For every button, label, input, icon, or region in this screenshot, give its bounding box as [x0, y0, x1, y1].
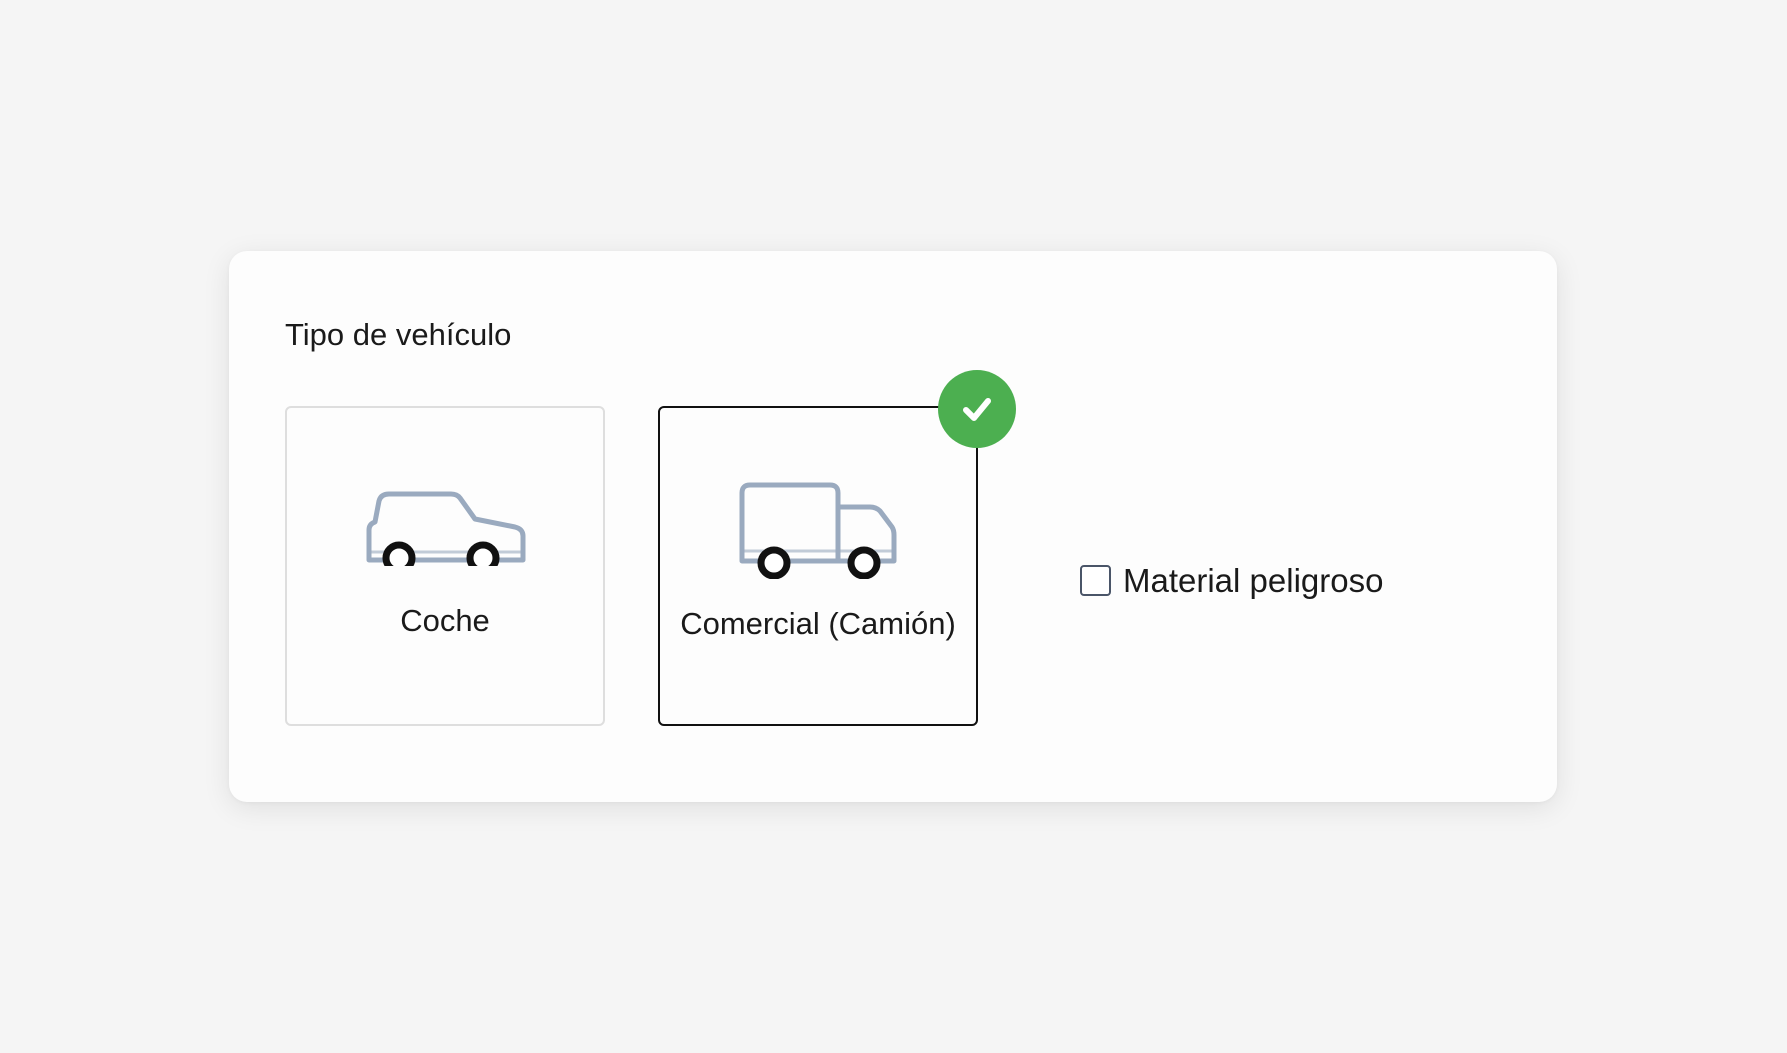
section-title: Tipo de vehículo	[285, 317, 512, 352]
hazardous-material-checkbox[interactable]: Material peligroso	[1080, 564, 1383, 597]
option-label-car: Coche	[400, 603, 490, 638]
car-icon	[366, 491, 526, 566]
checkmark-icon	[963, 398, 991, 421]
vehicle-type-card: Tipo de vehículo Coche Comercial (Camión…	[229, 251, 1557, 802]
truck-icon	[739, 482, 897, 579]
checkbox-label: Material peligroso	[1123, 562, 1384, 599]
vehicle-option-car[interactable]: Coche	[285, 406, 605, 726]
option-label-truck: Comercial (Camión)	[680, 606, 956, 641]
checkbox-box[interactable]	[1080, 565, 1111, 596]
vehicle-option-truck[interactable]: Comercial (Camión)	[658, 406, 978, 726]
selected-badge	[938, 370, 1016, 448]
